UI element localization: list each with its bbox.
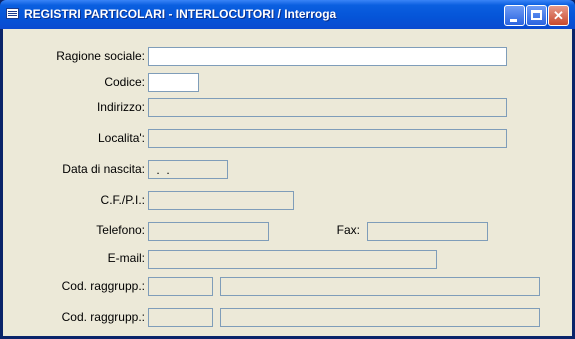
app-window: REGISTRI PARTICOLARI - INTERLOCUTORI / I… [0,0,575,339]
form-area: Ragione sociale: Codice: Indirizzo: Loca… [3,29,572,336]
label-data-nascita: Data di nascita: [62,162,145,176]
label-cf-pi: C.F./P.I.: [100,193,145,207]
title-bar[interactable]: REGISTRI PARTICOLARI - INTERLOCUTORI / I… [0,0,575,29]
close-icon: ✕ [553,8,564,23]
cod-raggrupp-1-description-field[interactable] [220,277,540,296]
cf-pi-field[interactable] [148,191,294,210]
label-cod-raggrupp-2: Cod. raggrupp.: [61,310,145,324]
cod-raggrupp-1-code-field[interactable] [148,277,213,296]
telefono-field[interactable] [148,222,269,241]
maximize-button[interactable] [526,5,547,26]
label-localita: Localita': [98,131,145,145]
window-form-icon [6,8,19,19]
codice-input[interactable] [148,73,199,92]
maximize-icon [531,10,542,20]
close-button[interactable]: ✕ [548,5,569,26]
label-email: E-mail: [107,251,145,265]
label-codice: Codice: [104,75,145,89]
localita-field[interactable] [148,129,507,148]
label-indirizzo: Indirizzo: [96,100,145,114]
label-fax: Fax: [336,223,360,237]
data-nascita-field[interactable]: . . [148,160,228,179]
cod-raggrupp-2-description-field[interactable] [220,308,540,327]
label-ragione-sociale: Ragione sociale: [56,49,145,63]
window-title: REGISTRI PARTICOLARI - INTERLOCUTORI / I… [24,7,337,21]
minimize-icon [510,19,517,22]
email-field[interactable] [148,250,437,269]
ragione-sociale-input[interactable] [148,47,507,66]
cod-raggrupp-2-code-field[interactable] [148,308,213,327]
label-telefono: Telefono: [96,223,145,237]
indirizzo-field[interactable] [148,98,507,117]
fax-field[interactable] [367,222,488,241]
label-cod-raggrupp-1: Cod. raggrupp.: [61,279,145,293]
minimize-button[interactable] [504,5,525,26]
